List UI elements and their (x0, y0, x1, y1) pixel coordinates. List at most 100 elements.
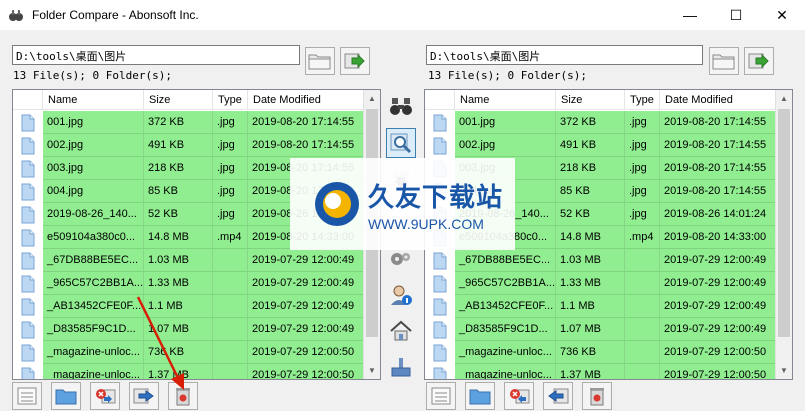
table-row[interactable]: _67DB88BE5EC... 1.03 MB 2019-07-29 12:00:4… (425, 249, 780, 272)
scroll-up-icon[interactable]: ▲ (364, 90, 380, 107)
cell-type (625, 341, 660, 364)
left-copy-right-button[interactable] (129, 382, 159, 410)
cell-size: 52 KB (144, 203, 213, 226)
cell-size: 372 KB (144, 111, 213, 134)
table-row[interactable]: _magazine-unloc... 1.37 MB 2019-07-29 12:0… (425, 364, 780, 379)
cell-type: .jpg (213, 157, 248, 180)
cell-size: 218 KB (144, 157, 213, 180)
cell-size: 1.37 MB (556, 364, 625, 379)
table-row[interactable]: _AB13452CFE0F... 1.1 MB 2019-07-29 12:00:4… (13, 295, 368, 318)
table-row[interactable]: _magazine-unloc... 736 KB 2019-07-29 12:00… (425, 341, 780, 364)
left-path-input[interactable]: D:\tools\桌面\图片 (12, 45, 300, 65)
export-button[interactable] (386, 352, 416, 382)
cell-name: _D83585F9C1D... (43, 318, 144, 341)
right-recycle-bin-button[interactable] (582, 382, 612, 410)
file-icon (425, 318, 455, 341)
app-icon (8, 7, 24, 23)
right-go-button[interactable] (744, 47, 774, 75)
cell-date: 2019-07-29 12:00:50 (660, 364, 780, 379)
left-list-view-button[interactable] (12, 382, 42, 410)
right-path-input[interactable]: D:\tools\桌面\图片 (426, 45, 703, 65)
export-icon (391, 358, 411, 377)
cell-name: _67DB88BE5EC... (455, 249, 556, 272)
cell-date: 2019-07-29 12:00:50 (660, 341, 780, 364)
file-icon (13, 180, 43, 203)
watermark-title: 久友下载站 (368, 182, 504, 213)
left-browse-folder-button[interactable] (305, 47, 335, 75)
column-header-type[interactable]: Type (213, 90, 248, 110)
user-info-button[interactable] (386, 280, 416, 310)
cell-date: 2019-07-29 12:00:50 (248, 341, 368, 364)
table-row[interactable]: _965C57C2BB1A... 1.33 MB 2019-07-29 12:00:… (13, 272, 368, 295)
column-header-size[interactable]: Size (144, 90, 213, 110)
left-open-folder-button[interactable] (51, 382, 81, 410)
left-delete-to-button[interactable] (90, 382, 120, 410)
column-header-size[interactable]: Size (556, 90, 625, 110)
right-list-view-button[interactable] (426, 382, 456, 410)
cell-type (625, 364, 660, 379)
folder-icon (712, 54, 735, 70)
table-row[interactable]: 002.jpg 491 KB .jpg 2019-08-20 17:14:55 (425, 134, 780, 157)
left-go-button[interactable] (340, 47, 370, 75)
user-info-icon (391, 285, 412, 305)
table-row[interactable]: 002.jpg 491 KB .jpg 2019-08-20 17:14:55 (13, 134, 368, 157)
minimize-button[interactable]: — (667, 0, 713, 30)
right-list-header: Name Size Type Date Modified (425, 90, 780, 110)
cell-date: 2019-08-20 17:14:55 (248, 111, 368, 134)
close-button[interactable]: ✕ (759, 0, 805, 30)
table-row[interactable]: _D83585F9C1D... 1.07 MB 2019-07-29 12:00:4… (425, 318, 780, 341)
cell-name: _magazine-unloc... (43, 341, 144, 364)
table-row[interactable]: _AB13452CFE0F... 1.1 MB 2019-07-29 12:00:4… (425, 295, 780, 318)
scroll-up-icon[interactable]: ▲ (776, 90, 792, 107)
title-bar: Folder Compare - Abonsoft Inc. — ☐ ✕ (0, 0, 805, 30)
table-row[interactable]: _965C57C2BB1A... 1.33 MB 2019-07-29 12:00:… (425, 272, 780, 295)
table-row[interactable]: _magazine-unloc... 736 KB 2019-07-29 12:00… (13, 341, 368, 364)
column-header-name[interactable]: Name (43, 90, 144, 110)
cell-size: 14.8 MB (144, 226, 213, 249)
cell-date: 2019-07-29 12:00:50 (248, 364, 368, 379)
file-icon (425, 295, 455, 318)
right-browse-folder-button[interactable] (709, 47, 739, 75)
right-delete-to-button[interactable] (504, 382, 534, 410)
table-row[interactable]: _67DB88BE5EC... 1.03 MB 2019-07-29 12:00:4… (13, 249, 368, 272)
find-binoculars-button[interactable] (386, 92, 416, 122)
cell-type (213, 272, 248, 295)
file-icon (425, 272, 455, 295)
list-view-icon (17, 387, 37, 405)
table-row[interactable]: 001.jpg 372 KB .jpg 2019-08-20 17:14:55 (425, 111, 780, 134)
table-row[interactable]: _D83585F9C1D... 1.07 MB 2019-07-29 12:00:4… (13, 318, 368, 341)
right-open-folder-button[interactable] (465, 382, 495, 410)
file-icon (13, 318, 43, 341)
scroll-down-icon[interactable]: ▼ (776, 362, 792, 379)
table-row[interactable]: _magazine-unloc... 1.37 MB 2019-07-29 12:0… (13, 364, 368, 379)
column-header-name[interactable]: Name (455, 90, 556, 110)
cell-name: _D83585F9C1D... (455, 318, 556, 341)
watermark-url: WWW.9UPK.COM (368, 215, 484, 232)
compare-zoom-button[interactable] (386, 128, 416, 158)
column-header-type[interactable]: Type (625, 90, 660, 110)
home-button[interactable] (386, 316, 416, 346)
column-header-date[interactable]: Date Modified (248, 90, 368, 110)
cell-type: .jpg (213, 180, 248, 203)
cell-name: 2019-08-26_140... (43, 203, 144, 226)
magnifier-icon (390, 133, 412, 154)
cell-size: 1.07 MB (556, 318, 625, 341)
file-icon (13, 295, 43, 318)
cell-name: _magazine-unloc... (455, 364, 556, 379)
cell-size: 736 KB (144, 341, 213, 364)
cell-type (213, 249, 248, 272)
cell-date: 2019-08-20 17:14:55 (248, 134, 368, 157)
cell-date: 2019-07-29 12:00:49 (660, 272, 780, 295)
table-row[interactable]: 001.jpg 372 KB .jpg 2019-08-20 17:14:55 (13, 111, 368, 134)
cell-type (213, 295, 248, 318)
scroll-thumb[interactable] (778, 109, 790, 337)
right-copy-left-button[interactable] (543, 382, 573, 410)
cell-size: 1.1 MB (556, 295, 625, 318)
cell-date: 2019-08-20 17:14:55 (660, 157, 780, 180)
column-header-date[interactable]: Date Modified (660, 90, 780, 110)
left-recycle-bin-button[interactable] (168, 382, 198, 410)
right-scrollbar[interactable]: ▲ ▼ (775, 90, 792, 379)
cell-name: 003.jpg (43, 157, 144, 180)
scroll-down-icon[interactable]: ▼ (364, 362, 380, 379)
maximize-button[interactable]: ☐ (713, 0, 759, 30)
